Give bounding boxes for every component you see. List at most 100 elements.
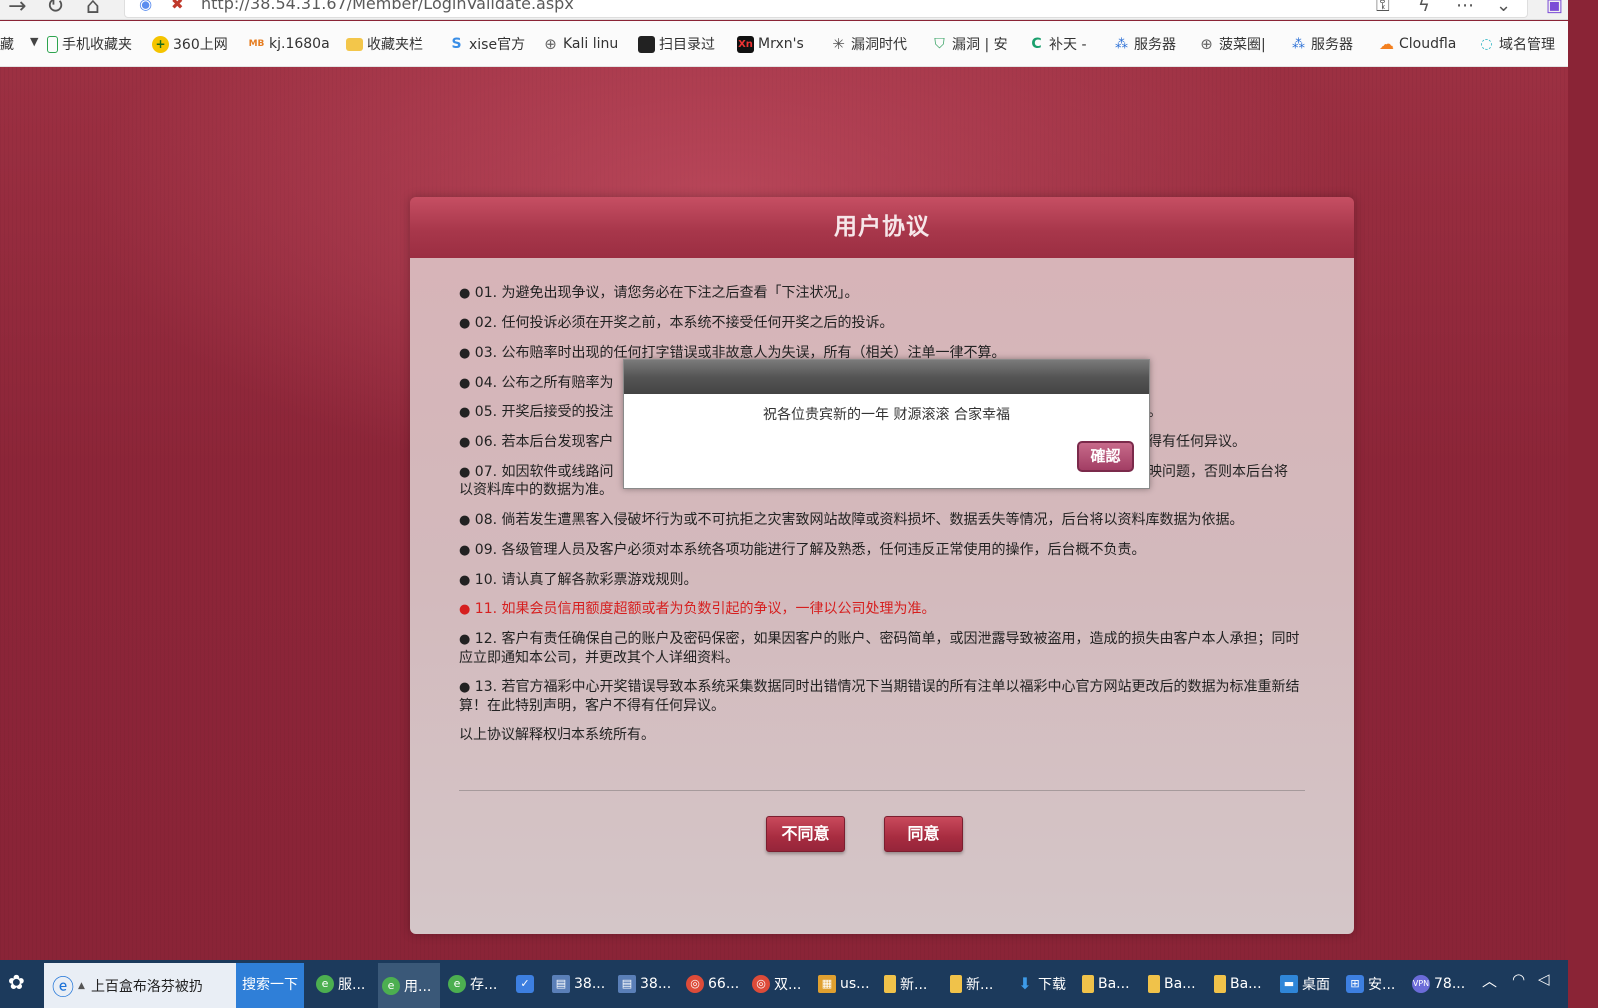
xn-logo-icon: Xn <box>737 35 754 53</box>
folder-icon <box>950 975 962 993</box>
app-icon: ✓ <box>516 975 534 993</box>
ie-icon: ⓔ <box>52 975 75 1001</box>
clause-08: ● 08. 倘若发生遭黑客入侵破坏行为或不可抗拒之灾害致网站故障或资料损坏、数据… <box>459 512 1244 528</box>
clause-13: ● 13. 若官方福彩中心开奖错误导致本系统采集数据同时出错情况下当期错误的所有… <box>459 679 1300 714</box>
start-icon[interactable]: ✿ <box>8 970 25 994</box>
taskbar-item[interactable]: Ba... <box>1082 968 1144 1000</box>
lightning-icon[interactable]: ϟ <box>1418 0 1430 16</box>
clause-09: ● 09. 各级管理人员及客户必须对本系统各项功能进行了解及熟悉，任何违反正常使… <box>459 542 1146 558</box>
folder-icon <box>346 37 363 51</box>
folder-icon <box>1214 975 1226 993</box>
bookmark-item[interactable]: ⊕ 菠菜圈| <box>1198 33 1274 55</box>
taskbar-item[interactable]: 新... <box>884 968 946 1000</box>
app-window-icon: ▦ <box>818 975 836 993</box>
clause-11: ● 11. 如果会员信用额度超额或者为负数引起的争议，一律以公司处理为准。 <box>459 601 936 617</box>
clause-06-fragment: 得有任何异议。 <box>1148 434 1246 450</box>
clause-05-fragment: 。 <box>1148 404 1162 420</box>
chevron-down-icon[interactable]: ⌄ <box>1496 0 1511 16</box>
taskbar-search-button[interactable]: 搜索一下 <box>236 963 304 1008</box>
disagree-button[interactable]: 不同意 <box>766 816 845 852</box>
taskbar-item[interactable]: e 服... <box>316 968 376 1000</box>
address-bar[interactable]: ◉ ✖ http://38.54.31.67/Member/LoginValid… <box>124 0 1528 18</box>
folder-icon <box>1148 975 1160 993</box>
key-icon[interactable]: ⚿ <box>1376 0 1390 16</box>
bookmark-item[interactable]: + 360上网 <box>152 33 234 55</box>
bookmark-item[interactable]: MB kj.1680a <box>248 33 332 55</box>
taskbar-item[interactable]: ▤ 38... <box>618 968 680 1000</box>
taskbar-item[interactable]: VPN 78... <box>1412 968 1476 1000</box>
app-icon: ⊞ <box>1346 975 1364 993</box>
green-c-icon: C <box>1031 35 1042 52</box>
taskbar-item[interactable]: e 用... <box>378 963 440 1008</box>
home-icon[interactable]: ⌂ <box>86 0 100 18</box>
agreement-panel: 用户协议 ● 01. 为避免出现争议，请您务必在下注之后查看「下注状况」。 ● … <box>410 197 1354 934</box>
insecure-icon[interactable]: ✖ <box>171 0 184 13</box>
clause-10: ● 10. 请认真了解各款彩票游戏规则。 <box>459 572 698 588</box>
taskbar-item[interactable]: ◎ 双... <box>752 968 812 1000</box>
bookmark-item[interactable]: 收藏夹栏 <box>346 33 432 55</box>
folder-icon <box>1082 975 1094 993</box>
bookmark-item[interactable]: ⊕ Kali linu <box>542 33 624 55</box>
wifi-icon[interactable]: ◠ <box>1512 970 1525 988</box>
server-icon: ⁂ <box>1292 36 1305 52</box>
url-text[interactable]: http://38.54.31.67/Member/LoginValidate.… <box>201 0 574 13</box>
ie-news-title: 上百盒布洛芬被扔 <box>90 978 203 995</box>
remote-desktop-icon: ▤ <box>618 975 636 993</box>
mb-logo-icon: MB <box>248 38 265 49</box>
tray-chevron-up-icon[interactable]: ︿ <box>1482 970 1497 991</box>
download-icon: ⬇ <box>1018 974 1032 993</box>
taskbar-item[interactable]: ▬ 桌面 <box>1280 968 1342 1000</box>
globe-icon: ⊕ <box>544 34 557 53</box>
bookmark-item[interactable]: ✳ 漏洞时代 <box>830 33 916 55</box>
alert-dialog: 祝各位贵宾新的一年 财源滚滚 合家幸福 確認 <box>623 359 1150 489</box>
bookmark-item[interactable]: Xn Mrxn's <box>737 33 813 55</box>
taskbar-item[interactable]: ◎ 66... <box>686 968 748 1000</box>
browser-360-icon: e <box>448 975 466 993</box>
forward-icon[interactable]: → <box>8 0 26 18</box>
taskbar-item[interactable]: ▤ 38... <box>552 968 614 1000</box>
bookmark-item[interactable]: ◌ 域名管理 <box>1478 33 1566 55</box>
bookmark-item[interactable]: 藏 <box>0 33 28 55</box>
folder-icon <box>884 975 896 993</box>
dialog-title-bar[interactable] <box>624 360 1149 394</box>
taskbar-browser-news[interactable]: ⓔ ▲ 上百盒布洛芬被扔 <box>44 963 236 1008</box>
bookmark-item[interactable]: C 补天 - <box>1028 33 1098 55</box>
globe-icon: ⊕ <box>1200 34 1213 53</box>
agree-button[interactable]: 同意 <box>884 816 963 852</box>
phone-icon <box>47 35 58 53</box>
taskbar-item[interactable]: ✓ <box>516 968 544 1000</box>
plus-globe-icon: + <box>152 35 169 53</box>
taskbar-item[interactable]: ⊞ 安... <box>1346 968 1408 1000</box>
taskbar-item[interactable]: Ba... <box>1148 968 1210 1000</box>
extension-icon[interactable]: ▣ <box>1546 0 1563 16</box>
agreement-footer-note: 以上协议解释权归本系统所有。 <box>459 727 655 743</box>
taskbar-item[interactable]: 新... <box>950 968 1012 1000</box>
server-icon: ⁂ <box>1115 36 1128 52</box>
dialog-message: 祝各位贵宾新的一年 财源滚滚 合家幸福 <box>763 407 1010 423</box>
browser-toolbar: → ↻ ⌂ ◉ ✖ http://38.54.31.67/Member/Logi… <box>0 0 1568 20</box>
bookmark-item[interactable]: ☁ Cloudfla <box>1378 33 1464 55</box>
taskbar-item[interactable]: Ba... <box>1214 968 1276 1000</box>
clause-07-fragment: 映问题，否则本后台将 <box>1148 464 1288 480</box>
bookmark-item[interactable]: 扫目录过 <box>638 33 722 55</box>
dark-app-icon <box>638 35 655 53</box>
reload-icon[interactable]: ↻ <box>46 0 64 18</box>
volume-icon[interactable]: ◁ <box>1538 970 1550 988</box>
cloud-icon: ☁ <box>1379 34 1394 53</box>
shield-icon: ⛉ <box>934 35 945 52</box>
bookmark-item[interactable]: 手机收藏夹 <box>47 33 143 55</box>
taskbar-item[interactable]: ▦ us... <box>818 968 880 1000</box>
more-icon[interactable]: ⋯ <box>1456 0 1474 16</box>
dialog-confirm-button[interactable]: 確認 <box>1077 441 1134 472</box>
dropdown-icon[interactable]: ▼ <box>30 35 38 48</box>
browser-360-icon: e <box>316 975 334 993</box>
bookmark-item[interactable]: S xise官方 <box>448 33 526 55</box>
bookmark-item[interactable]: ⁂ 服务器 <box>1290 33 1364 55</box>
taskbar-item[interactable]: e 存... <box>448 968 508 1000</box>
agreement-header: 用户协议 <box>410 197 1354 258</box>
caret-up-icon[interactable]: ▲ <box>78 981 85 991</box>
bookmark-item[interactable]: ⁂ 服务器 <box>1113 33 1187 55</box>
taskbar-item[interactable]: ⬇ 下载 <box>1016 968 1078 1000</box>
bookmark-item[interactable]: ⛉ 漏洞 | 安 <box>931 33 1013 55</box>
agreement-title: 用户协议 <box>834 214 930 240</box>
